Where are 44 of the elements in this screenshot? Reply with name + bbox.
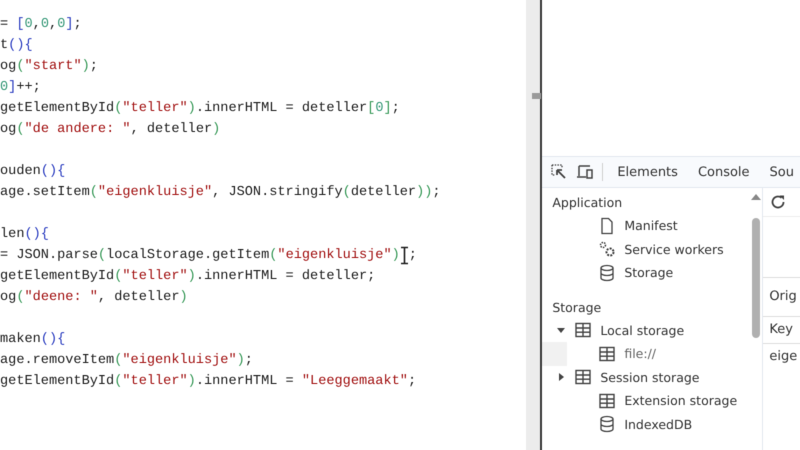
code-line: 0]++; xyxy=(0,79,42,97)
reload-icon[interactable] xyxy=(769,193,788,211)
expanded-arrow-icon[interactable] xyxy=(557,326,566,334)
collapsed-arrow-icon[interactable] xyxy=(557,373,566,382)
tree-item[interactable]: Extension storage xyxy=(542,389,750,412)
code-line: og("start"); xyxy=(0,58,99,76)
code-line: t(){ xyxy=(0,37,34,55)
code-line: age.setItem("eigenkluisje", JSON.stringify(deteller)); xyxy=(0,184,442,202)
device-toolbar-icon[interactable] xyxy=(576,163,594,181)
devtools-tab[interactable]: Sou xyxy=(764,164,800,180)
devtools-tab[interactable]: Console xyxy=(692,164,756,180)
code-line: getElementById("teller").innerHTML = deteller; xyxy=(0,268,376,286)
column-header: Key xyxy=(763,317,800,344)
code-line: og("deene: ", deteller) xyxy=(0,289,189,307)
code-line: = [0,0,0]; xyxy=(0,16,83,34)
code-line: og("de andere: ", deteller) xyxy=(0,121,222,139)
database-icon xyxy=(598,415,616,434)
section-heading: Application xyxy=(551,194,624,212)
scrollbar[interactable] xyxy=(526,0,540,450)
code-line: age.removeItem("eigenkluisje"); xyxy=(0,352,254,370)
text-cursor-icon xyxy=(400,246,409,265)
code-line: len(){ xyxy=(0,226,50,244)
section-heading: Storage xyxy=(551,298,602,317)
tree-item[interactable]: Service workers xyxy=(542,238,750,261)
code-line: getElementById("teller").innerHTML = "Leeggemaakt"; xyxy=(0,373,418,391)
tree-item[interactable]: Local storage xyxy=(542,318,750,342)
table-icon xyxy=(598,344,616,363)
tree-item[interactable]: Storage xyxy=(542,261,750,284)
code-line: ouden(){ xyxy=(0,163,66,181)
code-line: getElementById("teller").innerHTML = deteller[0]; xyxy=(0,100,401,118)
tree-item[interactable]: Session storage xyxy=(542,366,750,389)
code-line: = JSON.parse(localStorage.getItem("eigenkluisje") ; xyxy=(0,245,418,266)
devtools-tab[interactable]: Elements xyxy=(611,164,684,180)
table-icon xyxy=(574,321,592,340)
gears-icon xyxy=(598,240,616,258)
table-icon xyxy=(598,392,616,410)
tree-item[interactable]: IndexedDB xyxy=(542,412,750,436)
inspect-element-icon[interactable] xyxy=(550,163,568,181)
database-icon xyxy=(598,264,616,282)
code-line: maken(){ xyxy=(0,331,66,349)
table-icon xyxy=(574,368,592,386)
origin-label: Orig xyxy=(763,278,800,317)
tree-item[interactable]: Manifest xyxy=(542,214,750,238)
table-cell-text: eige xyxy=(768,348,798,366)
